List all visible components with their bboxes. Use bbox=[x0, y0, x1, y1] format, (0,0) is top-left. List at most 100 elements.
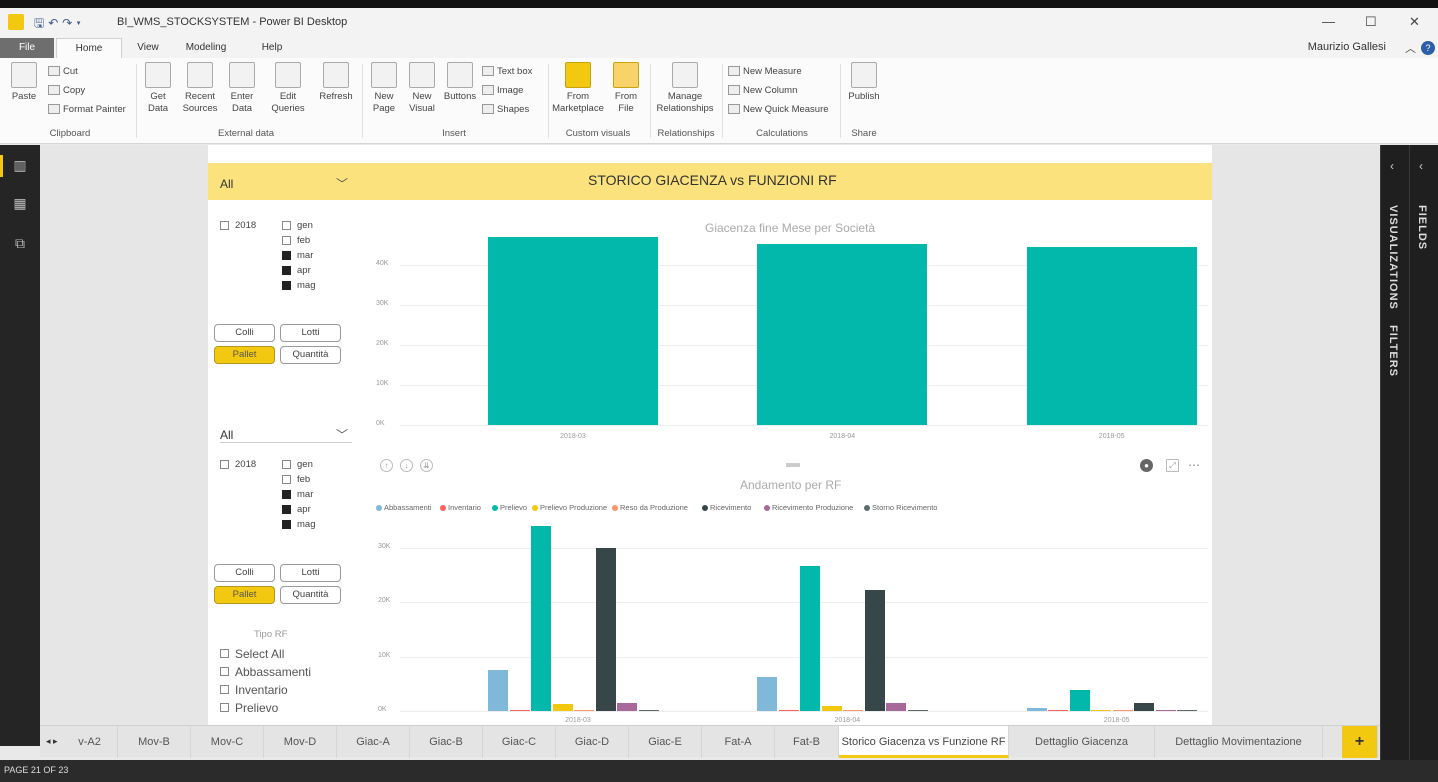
bar[interactable] bbox=[488, 237, 658, 425]
page-tab[interactable]: Mov-C bbox=[191, 726, 264, 758]
year-checkbox[interactable] bbox=[220, 460, 229, 469]
bar[interactable] bbox=[595, 548, 616, 711]
lotti-button[interactable]: Lotti bbox=[280, 564, 341, 582]
bar[interactable] bbox=[843, 710, 864, 711]
month-checkbox[interactable] bbox=[282, 266, 291, 275]
bar[interactable] bbox=[800, 565, 821, 711]
tab-scroll-left-icon[interactable]: ◂ ▸ bbox=[46, 736, 58, 747]
bar[interactable] bbox=[552, 704, 573, 711]
visualizations-pane[interactable]: ‹ VISUALIZATIONS FILTERS bbox=[1380, 145, 1408, 765]
new-measure-button[interactable]: New Measure bbox=[728, 64, 802, 80]
recent-sources-button[interactable]: Recent Sources bbox=[178, 62, 222, 115]
cut-button[interactable]: Cut bbox=[48, 64, 78, 80]
add-page-button[interactable]: + bbox=[1342, 726, 1378, 758]
pallet-button[interactable]: Pallet bbox=[214, 586, 275, 604]
get-data-button[interactable]: Get Data bbox=[140, 62, 176, 115]
expand-icon[interactable]: ⇊ bbox=[420, 459, 433, 472]
colli-button[interactable]: Colli bbox=[214, 324, 275, 342]
from-file-button[interactable]: From File bbox=[608, 62, 644, 115]
drag-handle[interactable] bbox=[786, 463, 800, 467]
page-tab[interactable]: Mov-B bbox=[118, 726, 191, 758]
drill-up-icon[interactable]: ↑ bbox=[380, 459, 393, 472]
page-tab[interactable]: Giac-A bbox=[337, 726, 410, 758]
quantita-button[interactable]: Quantità bbox=[280, 586, 341, 604]
model-view-icon[interactable]: ⧉ bbox=[11, 235, 29, 251]
new-quick-measure-button[interactable]: New Quick Measure bbox=[728, 102, 829, 118]
bar[interactable] bbox=[821, 705, 842, 711]
new-column-button[interactable]: New Column bbox=[728, 83, 797, 99]
page-tab[interactable]: Storico Giacenza vs Funzione RF bbox=[839, 726, 1009, 758]
page-tab[interactable]: Giac-B bbox=[410, 726, 483, 758]
tipo-rf-checkbox[interactable] bbox=[220, 703, 229, 712]
tab-home[interactable]: Home bbox=[56, 38, 122, 58]
more-options-icon[interactable]: ⋯ bbox=[1188, 458, 1200, 472]
bar[interactable] bbox=[757, 677, 778, 711]
slicer-dropdown-1[interactable]: All ﹀ bbox=[220, 177, 352, 191]
paste-button[interactable]: Paste bbox=[8, 62, 40, 103]
bar[interactable] bbox=[864, 590, 885, 711]
bar[interactable] bbox=[1155, 709, 1176, 711]
tipo-rf-checkbox[interactable] bbox=[220, 667, 229, 676]
bar[interactable] bbox=[638, 709, 659, 711]
tab-modeling[interactable]: Modeling bbox=[176, 38, 236, 58]
new-page-button[interactable]: New Page bbox=[366, 62, 402, 115]
buttons-button[interactable]: Buttons bbox=[442, 62, 478, 103]
colli-button[interactable]: Colli bbox=[214, 564, 275, 582]
report-view-icon[interactable]: ▥ bbox=[11, 157, 29, 173]
bar[interactable] bbox=[907, 709, 928, 711]
tipo-rf-checkbox[interactable] bbox=[220, 649, 229, 658]
quantita-button[interactable]: Quantità bbox=[280, 346, 341, 364]
user-name[interactable]: Maurizio Gallesi bbox=[1308, 41, 1386, 53]
bar[interactable] bbox=[1177, 710, 1198, 711]
focus-mode-icon[interactable]: ⤢ bbox=[1166, 459, 1179, 472]
month-checkbox[interactable] bbox=[282, 251, 291, 260]
tab-help[interactable]: Help bbox=[250, 38, 294, 58]
bar[interactable] bbox=[1112, 710, 1133, 711]
month-checkbox[interactable] bbox=[282, 221, 291, 230]
year-checkbox[interactable] bbox=[220, 221, 229, 230]
bar[interactable] bbox=[531, 526, 551, 711]
bar[interactable] bbox=[1026, 707, 1047, 711]
maximize-button[interactable]: ☐ bbox=[1365, 14, 1377, 30]
month-checkbox[interactable] bbox=[282, 520, 291, 529]
page-tab[interactable]: Mov-D bbox=[264, 726, 337, 758]
bar[interactable] bbox=[886, 703, 907, 711]
bar[interactable] bbox=[1026, 247, 1197, 425]
bar[interactable] bbox=[574, 710, 594, 711]
quick-access-toolbar[interactable]: 🖫↶↷▾ bbox=[34, 14, 85, 35]
bar[interactable] bbox=[778, 710, 799, 711]
from-marketplace-button[interactable]: From Marketplace bbox=[550, 62, 606, 115]
tipo-rf-checkbox[interactable] bbox=[220, 685, 229, 694]
page-tab[interactable]: Fat-B bbox=[775, 726, 839, 758]
edit-queries-button[interactable]: Edit Queries bbox=[264, 62, 312, 115]
publish-button[interactable]: Publish bbox=[844, 62, 884, 103]
bar[interactable] bbox=[1069, 690, 1090, 711]
page-tab[interactable]: Giac-E bbox=[629, 726, 702, 758]
page-tab[interactable]: Giac-D bbox=[556, 726, 629, 758]
month-checkbox[interactable] bbox=[282, 475, 291, 484]
drill-down-icon[interactable]: ↓ bbox=[400, 459, 413, 472]
bar[interactable] bbox=[1048, 710, 1069, 711]
bar[interactable] bbox=[488, 670, 508, 711]
file-menu[interactable]: File bbox=[0, 38, 54, 58]
bar[interactable] bbox=[1091, 710, 1112, 711]
page-tab[interactable]: Fat-A bbox=[702, 726, 775, 758]
text-box-button[interactable]: Text box bbox=[482, 64, 532, 80]
bar[interactable] bbox=[509, 710, 530, 711]
close-button[interactable]: ✕ bbox=[1409, 14, 1420, 30]
chevron-left-icon[interactable]: ‹ bbox=[1390, 159, 1394, 173]
help-icon[interactable]: ? bbox=[1421, 41, 1435, 55]
new-visual-button[interactable]: New Visual bbox=[404, 62, 440, 115]
data-view-icon[interactable]: ▦ bbox=[11, 195, 29, 211]
pallet-button[interactable]: Pallet bbox=[214, 346, 275, 364]
tab-view[interactable]: View bbox=[128, 38, 168, 58]
copy-button[interactable]: Copy bbox=[48, 83, 85, 99]
page-tab[interactable]: Dettaglio Giacenza bbox=[1009, 726, 1155, 758]
manage-relationships-button[interactable]: Manage Relationships bbox=[654, 62, 716, 115]
page-tab[interactable]: v-A2 bbox=[62, 726, 118, 758]
lotti-button[interactable]: Lotti bbox=[280, 324, 341, 342]
month-checkbox[interactable] bbox=[282, 505, 291, 514]
slicer-dropdown-2[interactable]: All ﹀ bbox=[220, 428, 352, 443]
pin-icon[interactable]: ● bbox=[1140, 459, 1153, 472]
image-button[interactable]: Image bbox=[482, 83, 523, 99]
